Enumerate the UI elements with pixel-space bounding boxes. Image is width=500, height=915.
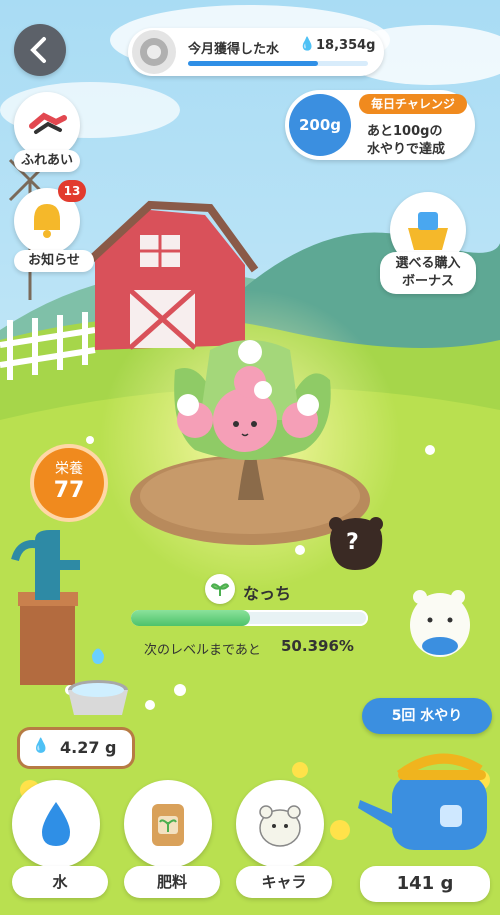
character-label[interactable]: キャラ bbox=[236, 866, 332, 898]
monthly-progress-fill bbox=[188, 61, 318, 66]
fureai-label: ふれあい bbox=[14, 150, 80, 172]
water-drop-icon bbox=[42, 802, 70, 846]
water-drop-icon: 💧 bbox=[299, 37, 316, 52]
challenge-message-line1: あと100gの bbox=[367, 124, 443, 139]
monthly-water-panel: 今月獲得した水 💧 18,354g bbox=[128, 28, 384, 76]
water-drop-icon: 💧 bbox=[32, 738, 50, 754]
purchase-bonus-line2: ボーナス bbox=[401, 274, 454, 289]
back-button[interactable] bbox=[14, 24, 66, 76]
monthly-progress-track bbox=[188, 61, 368, 66]
water-stock-panel: 💧 4.27 g bbox=[20, 730, 132, 766]
fertilizer-button[interactable] bbox=[124, 780, 212, 868]
water-label[interactable]: 水 bbox=[12, 866, 108, 898]
notice-label: お知らせ bbox=[14, 250, 94, 272]
nutrition-label: 栄養 bbox=[55, 461, 83, 477]
challenge-message-line2: 水やりで達成 bbox=[367, 142, 446, 157]
challenge-target: 200g bbox=[298, 116, 342, 134]
plant-name: なっち bbox=[243, 584, 292, 603]
water-button[interactable] bbox=[12, 780, 100, 868]
hamster-icon bbox=[259, 805, 301, 847]
game-scene: 今月獲得した水 💧 18,354g 200g 毎日チャレンジ あと100gの 水… bbox=[0, 0, 500, 915]
watering-can-amount[interactable]: 141 g bbox=[360, 866, 490, 902]
purchase-bonus-label: 選べる購入 ボーナス bbox=[380, 252, 476, 294]
purchase-bonus-line1: 選べる購入 bbox=[395, 256, 461, 271]
monthly-water-label: 今月獲得した水 bbox=[188, 42, 280, 57]
fertilizer-label[interactable]: 肥料 bbox=[124, 866, 220, 898]
character-button[interactable] bbox=[236, 780, 324, 868]
level-percent: 50.396% bbox=[281, 637, 354, 655]
avatar bbox=[132, 30, 176, 74]
challenge-title: 毎日チャレンジ bbox=[359, 94, 467, 114]
level-text: 次のレベルまであと bbox=[144, 643, 261, 658]
sprout-icon bbox=[205, 574, 235, 604]
challenge-target-badge: 200g bbox=[289, 94, 351, 156]
monthly-water-amount: 18,354g bbox=[316, 38, 376, 53]
chevron-left-icon bbox=[30, 37, 46, 63]
fureai-button[interactable] bbox=[14, 92, 80, 158]
nutrition-value: 77 bbox=[53, 478, 85, 503]
water-stock-amount: 4.27 g bbox=[60, 738, 117, 757]
fertilizer-bag-icon bbox=[152, 804, 184, 846]
nutrition-badge: 栄養 77 bbox=[34, 448, 104, 518]
water-five-times-button[interactable]: 5回 水やり bbox=[362, 698, 492, 734]
level-progress-fill bbox=[131, 610, 251, 626]
level-progress-track bbox=[131, 610, 368, 626]
daily-challenge-panel[interactable]: 200g 毎日チャレンジ あと100gの 水やりで達成 bbox=[285, 90, 475, 160]
notice-badge: 13 bbox=[58, 180, 86, 202]
handshake-icon bbox=[29, 112, 67, 134]
mystery-mark[interactable]: ? bbox=[346, 530, 359, 555]
